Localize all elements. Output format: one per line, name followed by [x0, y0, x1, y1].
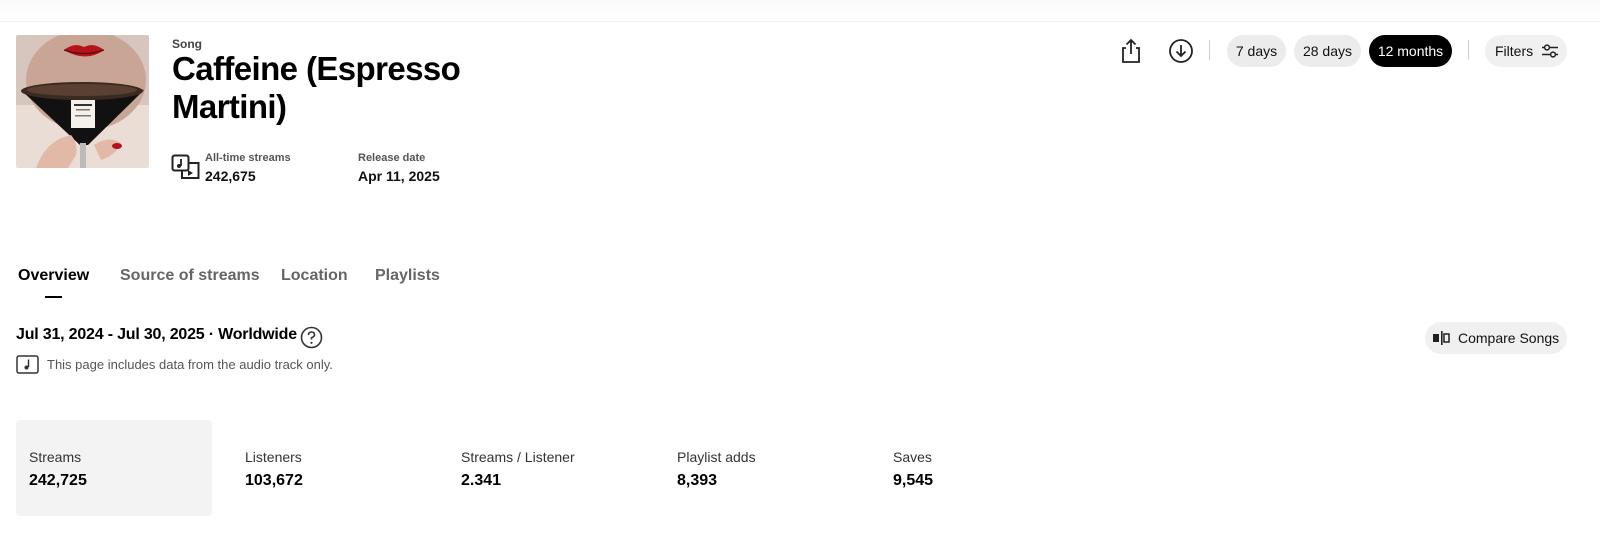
compare-icon: [1433, 331, 1450, 345]
metric-card-listeners[interactable]: Listeners 103,672: [232, 420, 428, 516]
toolbar-divider: [1468, 40, 1469, 60]
release-date-value: Apr 11, 2025: [358, 168, 440, 184]
tab-source-of-streams[interactable]: Source of streams: [120, 267, 260, 285]
range-12-months-button[interactable]: 12 months: [1369, 35, 1452, 67]
metric-card-streams-per-listener[interactable]: Streams / Listener 2.341: [448, 420, 644, 516]
audio-track-note: This page includes data from the audio t…: [47, 357, 333, 372]
album-cover: [16, 35, 149, 168]
tab-playlists[interactable]: Playlists: [375, 267, 440, 285]
tab-location[interactable]: Location: [281, 267, 348, 285]
all-time-streams-value: 242,675: [205, 168, 256, 184]
date-range-text: Jul 31, 2024 - Jul 30, 2025 · Worldwide: [16, 326, 297, 343]
filters-label: Filters: [1495, 43, 1534, 59]
metric-value: 242,725: [29, 472, 87, 489]
audio-track-icon: [16, 355, 39, 374]
release-date-label: Release date: [358, 152, 426, 164]
metric-value: 2.341: [461, 472, 502, 489]
share-icon[interactable]: [1117, 37, 1145, 65]
metric-label: Playlist adds: [677, 449, 756, 465]
active-tab-indicator: [45, 296, 62, 298]
song-title: Caffeine (Espresso Martini): [172, 50, 461, 125]
metric-card-streams[interactable]: Streams 242,725: [16, 420, 212, 516]
compare-songs-button[interactable]: Compare Songs: [1425, 322, 1567, 354]
toolbar-divider: [1209, 40, 1210, 60]
download-icon[interactable]: [1167, 37, 1195, 65]
metric-value: 103,672: [245, 472, 303, 489]
metric-value: 8,393: [677, 472, 718, 489]
metric-label: Saves: [893, 449, 932, 465]
all-time-streams-label: All-time streams: [205, 152, 291, 164]
metric-label: Listeners: [245, 449, 302, 465]
sliders-icon: [1542, 44, 1559, 58]
top-bar: [0, 0, 1600, 22]
streams-icon: [171, 154, 200, 179]
song-type-label: Song: [172, 37, 202, 51]
metric-card-playlist-adds[interactable]: Playlist adds 8,393: [664, 420, 860, 516]
filters-button[interactable]: Filters: [1485, 35, 1567, 67]
tab-overview[interactable]: Overview: [18, 267, 89, 285]
range-28-days-button[interactable]: 28 days: [1294, 35, 1361, 67]
compare-songs-label: Compare Songs: [1458, 330, 1560, 346]
metric-label: Streams: [29, 449, 82, 465]
metric-value: 9,545: [893, 472, 934, 489]
metric-card-saves[interactable]: Saves 9,545: [880, 420, 1076, 516]
metric-label: Streams / Listener: [461, 449, 575, 465]
help-icon[interactable]: [300, 326, 323, 349]
range-7-days-button[interactable]: 7 days: [1227, 35, 1286, 67]
